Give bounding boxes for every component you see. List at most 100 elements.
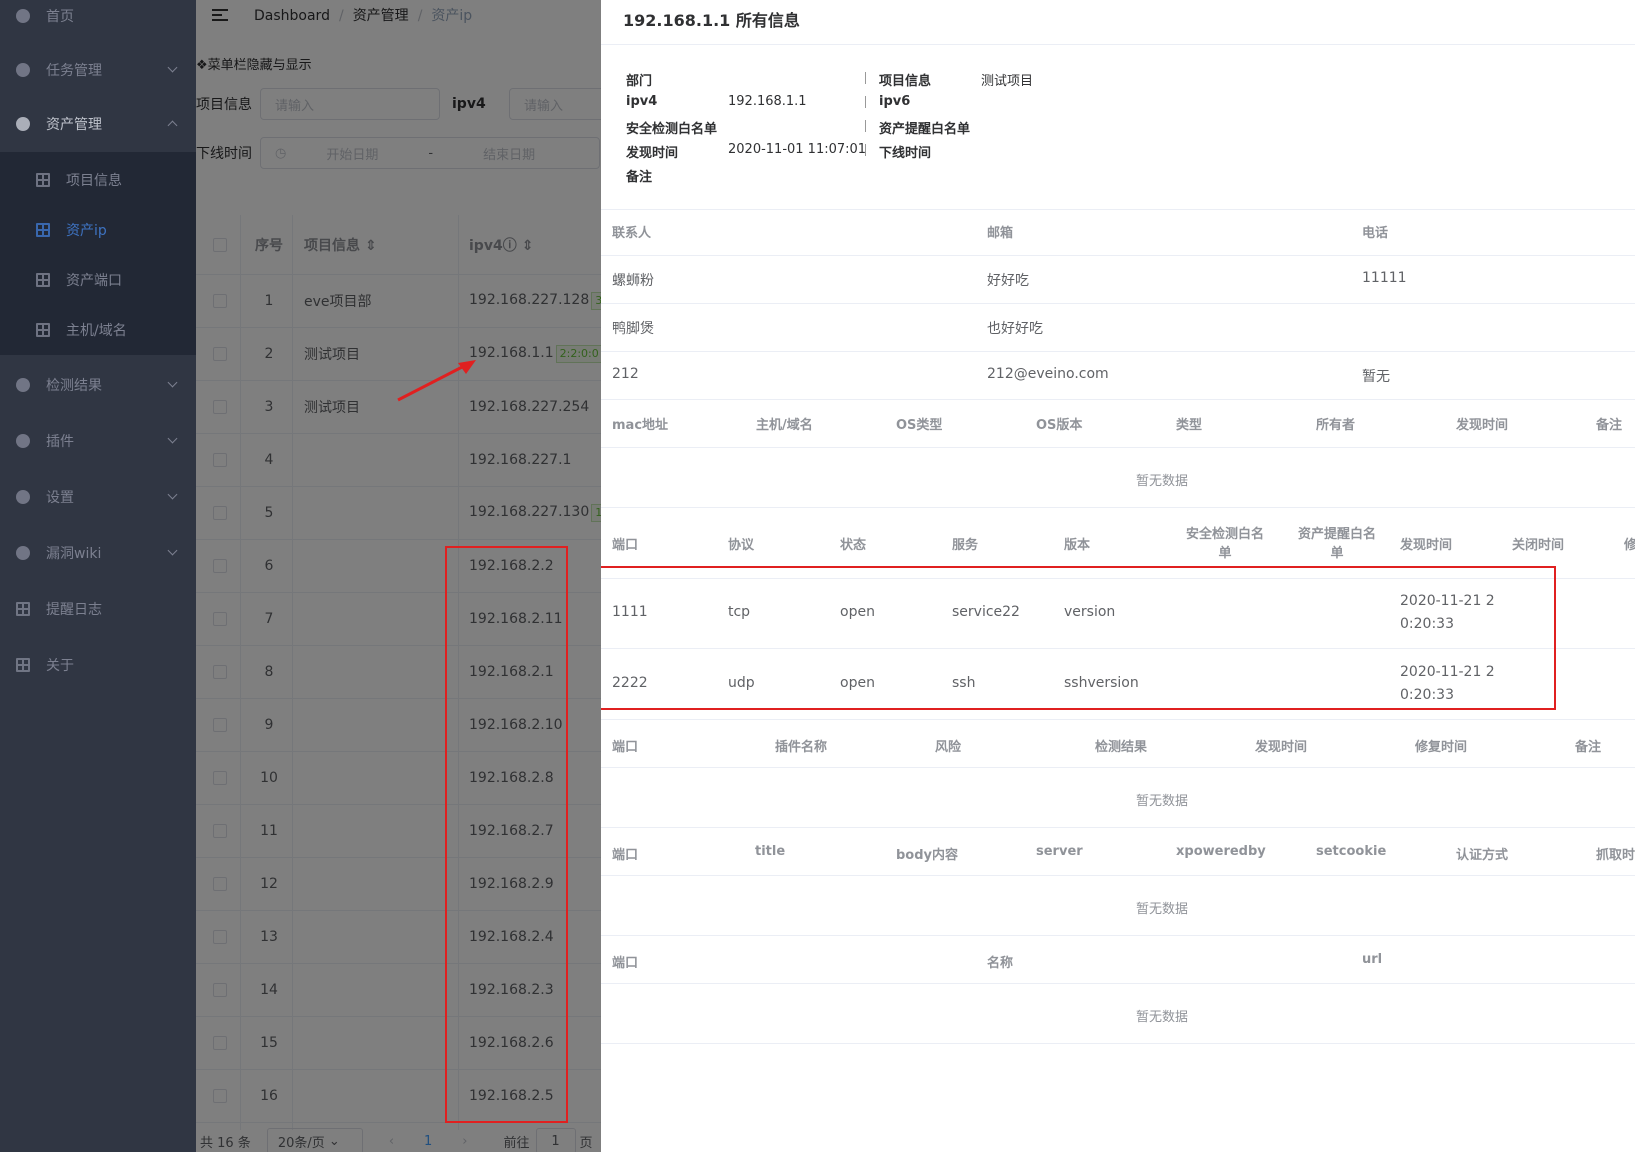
fix-time-header: 修复时间 (1415, 740, 1468, 755)
divider (865, 144, 866, 156)
sidebar-item-label: 关于 (46, 658, 74, 674)
sidebar-item-alert-log[interactable]: 提醒日志 (0, 581, 196, 637)
sidebar-item-plugins[interactable]: 插件 (0, 413, 196, 469)
highlight-box (445, 546, 568, 1123)
ipv6-label: ipv6 (879, 94, 911, 109)
sidebar-item-label: 漏洞wiki (46, 546, 102, 562)
risk-header: 风险 (935, 740, 962, 755)
annotation-arrow-icon (397, 360, 476, 402)
sidebar-item-tasks[interactable]: 任务管理 (0, 42, 196, 98)
found-time-header: 发现时间 (1456, 418, 1509, 433)
hostname-header: 主机/域名 (756, 418, 813, 433)
project-label: 项目信息 (879, 74, 932, 89)
empty-text: 暂无数据 (1136, 902, 1189, 917)
xpoweredby-header: xpoweredby (1176, 844, 1266, 859)
sidebar-item-label: 主机/域名 (66, 323, 127, 339)
chevron-down-icon (167, 545, 178, 556)
gear-icon (16, 63, 30, 77)
sidebar-item-vuln-wiki[interactable]: 漏洞wiki (0, 525, 196, 581)
drawer-title: 192.168.1.1 所有信息 (623, 11, 800, 30)
name-header: 名称 (987, 956, 1014, 971)
contact-email: 也好好吃 (987, 321, 1043, 337)
sidebar-item-label: 资产管理 (46, 117, 102, 133)
email-header: 邮箱 (987, 226, 1014, 241)
os-type-header: OS类型 (896, 418, 943, 433)
result-header: 检测结果 (1095, 740, 1148, 755)
sidebar: 首页 任务管理 资产管理 项目信息 资产ip 资产端口 主机/域名 检测结果 插… (0, 0, 196, 1152)
sidebar-item-label: 任务管理 (46, 63, 102, 79)
sidebar-item-asset-ip[interactable]: 资产ip (0, 205, 196, 255)
type-header: 类型 (1176, 418, 1203, 433)
version-header: 版本 (1064, 538, 1091, 553)
app-root: 首页 任务管理 资产管理 项目信息 资产ip 资产端口 主机/域名 检测结果 插… (0, 0, 1635, 1152)
sidebar-item-label: 设置 (46, 490, 74, 506)
sidebar-item-projects[interactable]: 项目信息 (0, 155, 196, 205)
grid-icon (36, 273, 50, 287)
divider (601, 44, 1635, 45)
server-header: server (1036, 844, 1083, 859)
state-header: 状态 (840, 538, 867, 553)
gear-icon (16, 434, 30, 448)
contact-phone: 暂无 (1362, 369, 1390, 385)
port-header: 端口 (612, 740, 639, 755)
chevron-up-icon (167, 120, 178, 131)
grid-icon (16, 658, 30, 672)
security-whitelist-header: 安全检测白名单 (1185, 527, 1264, 561)
contact-header: 联系人 (612, 226, 652, 241)
contact-email: 212@eveino.com (987, 366, 1109, 382)
chevron-down-icon (167, 433, 178, 444)
sidebar-item-about[interactable]: 关于 (0, 637, 196, 693)
dept-label: 部门 (626, 74, 653, 89)
chevron-down-icon (167, 489, 178, 500)
sidebar-item-label: 资产ip (66, 223, 107, 239)
sidebar-item-label: 插件 (46, 434, 74, 450)
remark-header: 备注 (1596, 418, 1623, 433)
divider (865, 96, 866, 108)
contact-name: 鸭脚煲 (612, 321, 654, 337)
highlight-box (601, 566, 1556, 710)
contact-name: 螺蛳粉 (612, 273, 654, 289)
ipv4-label: ipv4 (626, 94, 658, 109)
sidebar-item-results[interactable]: 检测结果 (0, 357, 196, 413)
phone-header: 电话 (1362, 226, 1389, 241)
remark-header: 备注 (1575, 740, 1602, 755)
detail-drawer: 192.168.1.1 所有信息 部门 项目信息 测试项目 ipv4 192.1… (601, 0, 1635, 1152)
found-time-header: 发现时间 (1400, 538, 1453, 553)
body-header: body内容 (896, 848, 959, 863)
grid-icon (36, 223, 50, 237)
contact-phone: 11111 (1362, 270, 1407, 286)
dashboard-icon (16, 9, 30, 23)
gear-icon (16, 490, 30, 504)
sidebar-item-label: 首页 (46, 9, 74, 25)
security-whitelist-label: 安全检测白名单 (626, 122, 718, 137)
sidebar-item-assets[interactable]: 资产管理 (0, 96, 196, 152)
chevron-down-icon (167, 62, 178, 73)
setcookie-header: setcookie (1316, 844, 1387, 859)
plugin-name-header: 插件名称 (775, 740, 828, 755)
empty-text: 暂无数据 (1136, 474, 1189, 489)
sidebar-item-hosts[interactable]: 主机/域名 (0, 305, 196, 355)
auth-header: 认证方式 (1456, 848, 1509, 863)
divider (865, 120, 866, 132)
divider (601, 209, 1635, 210)
gear-icon (16, 378, 30, 392)
sidebar-item-settings[interactable]: 设置 (0, 469, 196, 525)
fix-header: 修 (1624, 538, 1635, 553)
found-time-label: 发现时间 (626, 146, 679, 161)
mac-header: mac地址 (612, 418, 669, 433)
close-time-header: 关闭时间 (1512, 538, 1565, 553)
empty-text: 暂无数据 (1136, 1010, 1189, 1025)
sidebar-item-asset-port[interactable]: 资产端口 (0, 255, 196, 305)
sidebar-item-label: 资产端口 (66, 273, 122, 289)
found-time-value: 2020-11-01 11:07:01 (728, 142, 867, 157)
port-header: 端口 (612, 538, 639, 553)
contact-name: 212 (612, 366, 639, 382)
protocol-header: 协议 (728, 538, 755, 553)
sidebar-item-home[interactable]: 首页 (0, 0, 196, 44)
grid-icon (36, 323, 50, 337)
sidebar-item-label: 项目信息 (66, 173, 122, 189)
empty-text: 暂无数据 (1136, 794, 1189, 809)
title-header: title (755, 844, 786, 859)
crawl-time-header: 抓取时 (1596, 848, 1635, 863)
gear-icon (16, 546, 30, 560)
